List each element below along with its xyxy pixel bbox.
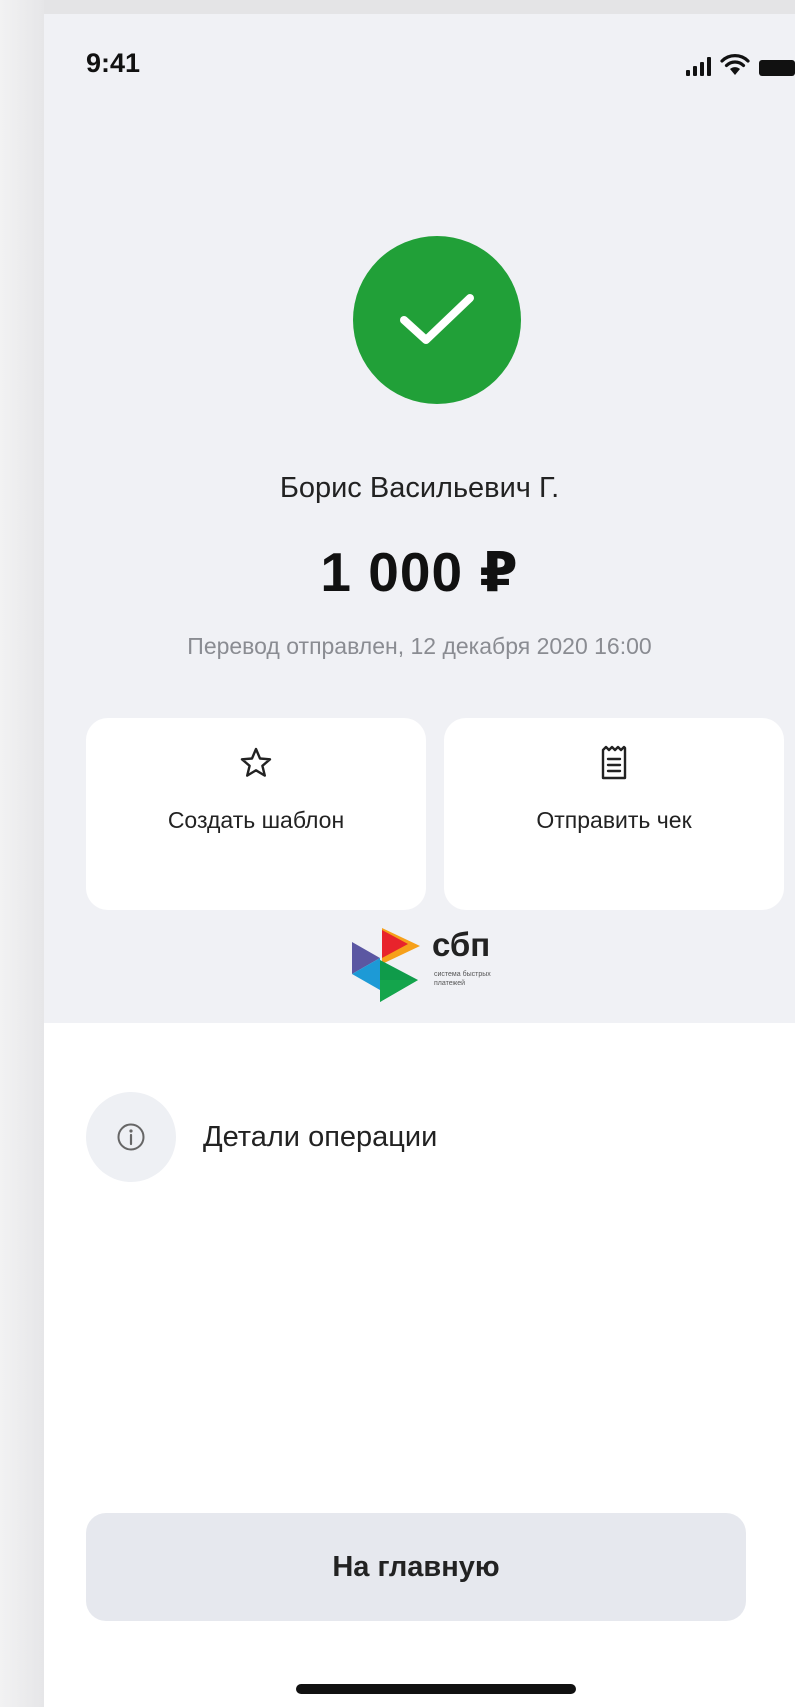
- operation-details-label: Детали операции: [203, 1120, 438, 1153]
- checkmark-icon: [400, 294, 474, 344]
- info-icon: [117, 1123, 145, 1151]
- sbp-logo: сбп система быстрых платежей: [350, 926, 530, 1014]
- success-badge: [353, 236, 521, 404]
- transfer-status: Перевод отправлен, 12 декабря 2020 16:00: [187, 633, 652, 659]
- create-template-button[interactable]: Создать шаблон: [86, 718, 426, 910]
- home-indicator[interactable]: [296, 1684, 576, 1694]
- battery-icon: [759, 60, 795, 76]
- recipient-name: Борис Васильевич Г.: [279, 472, 560, 504]
- cellular-signal-icon: [686, 56, 711, 76]
- wifi-icon: [720, 54, 750, 75]
- status-bar-icons: [686, 52, 795, 76]
- send-receipt-label: Отправить чек: [536, 807, 692, 833]
- create-template-label: Создать шаблон: [167, 807, 345, 833]
- sbp-logo-mark: [352, 928, 420, 1002]
- sbp-logo-text: сбп: [432, 926, 491, 963]
- operation-details-row[interactable]: Детали операции: [86, 1091, 746, 1183]
- info-icon-container: [86, 1092, 176, 1182]
- star-icon: [239, 744, 273, 782]
- send-receipt-button[interactable]: Отправить чек: [444, 718, 784, 910]
- sbp-logo-subtitle: система быстрых платежей: [434, 971, 491, 987]
- transfer-amount: 1 000 ₽: [320, 541, 519, 603]
- backdrop: [0, 0, 44, 1707]
- phone-screen: 9:41 Борис Васильевич Г. 1 000 ₽ Перевод…: [44, 14, 795, 1707]
- status-bar-time: 9:41: [86, 48, 141, 78]
- go-home-button[interactable]: На главную: [86, 1513, 746, 1621]
- receipt-icon: [600, 744, 628, 782]
